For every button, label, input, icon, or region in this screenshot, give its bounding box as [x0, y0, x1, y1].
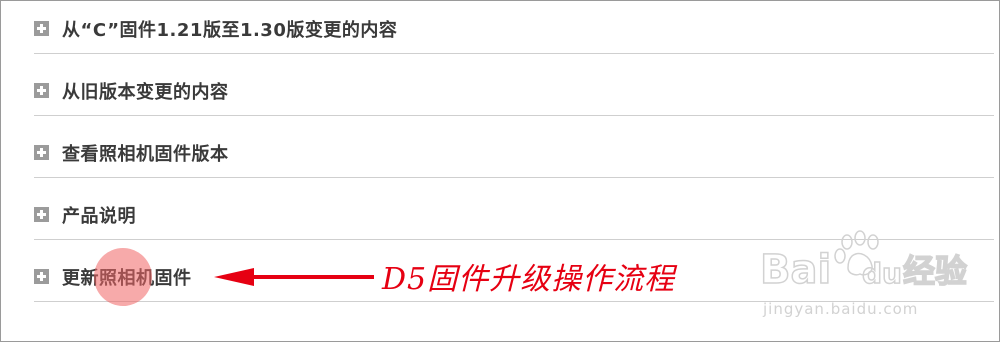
accordion-item-changes-c-firmware[interactable]: 从“C”固件1.21版至1.30版变更的内容: [34, 0, 994, 54]
plus-icon[interactable]: [34, 83, 49, 98]
accordion-item-check-firmware-version[interactable]: 查看照相机固件版本: [34, 116, 994, 178]
accordion-item-label[interactable]: 更新照相机固件: [62, 264, 192, 290]
plus-icon[interactable]: [34, 207, 49, 222]
accordion-item-changes-old-version[interactable]: 从旧版本变更的内容: [34, 54, 994, 116]
accordion-item-label[interactable]: 从旧版本变更的内容: [62, 78, 229, 104]
accordion-item-label[interactable]: 从“C”固件1.21版至1.30版变更的内容: [62, 16, 397, 42]
annotation-label: D5固件升级操作流程: [382, 262, 676, 297]
plus-icon[interactable]: [34, 21, 49, 36]
accordion-item-label[interactable]: 查看照相机固件版本: [62, 140, 229, 166]
plus-icon[interactable]: [34, 145, 49, 160]
annotation-arrow: [214, 268, 374, 286]
accordion-item-product-description[interactable]: 产品说明: [34, 178, 994, 240]
plus-icon[interactable]: [34, 269, 49, 284]
accordion-item-label[interactable]: 产品说明: [62, 202, 136, 228]
